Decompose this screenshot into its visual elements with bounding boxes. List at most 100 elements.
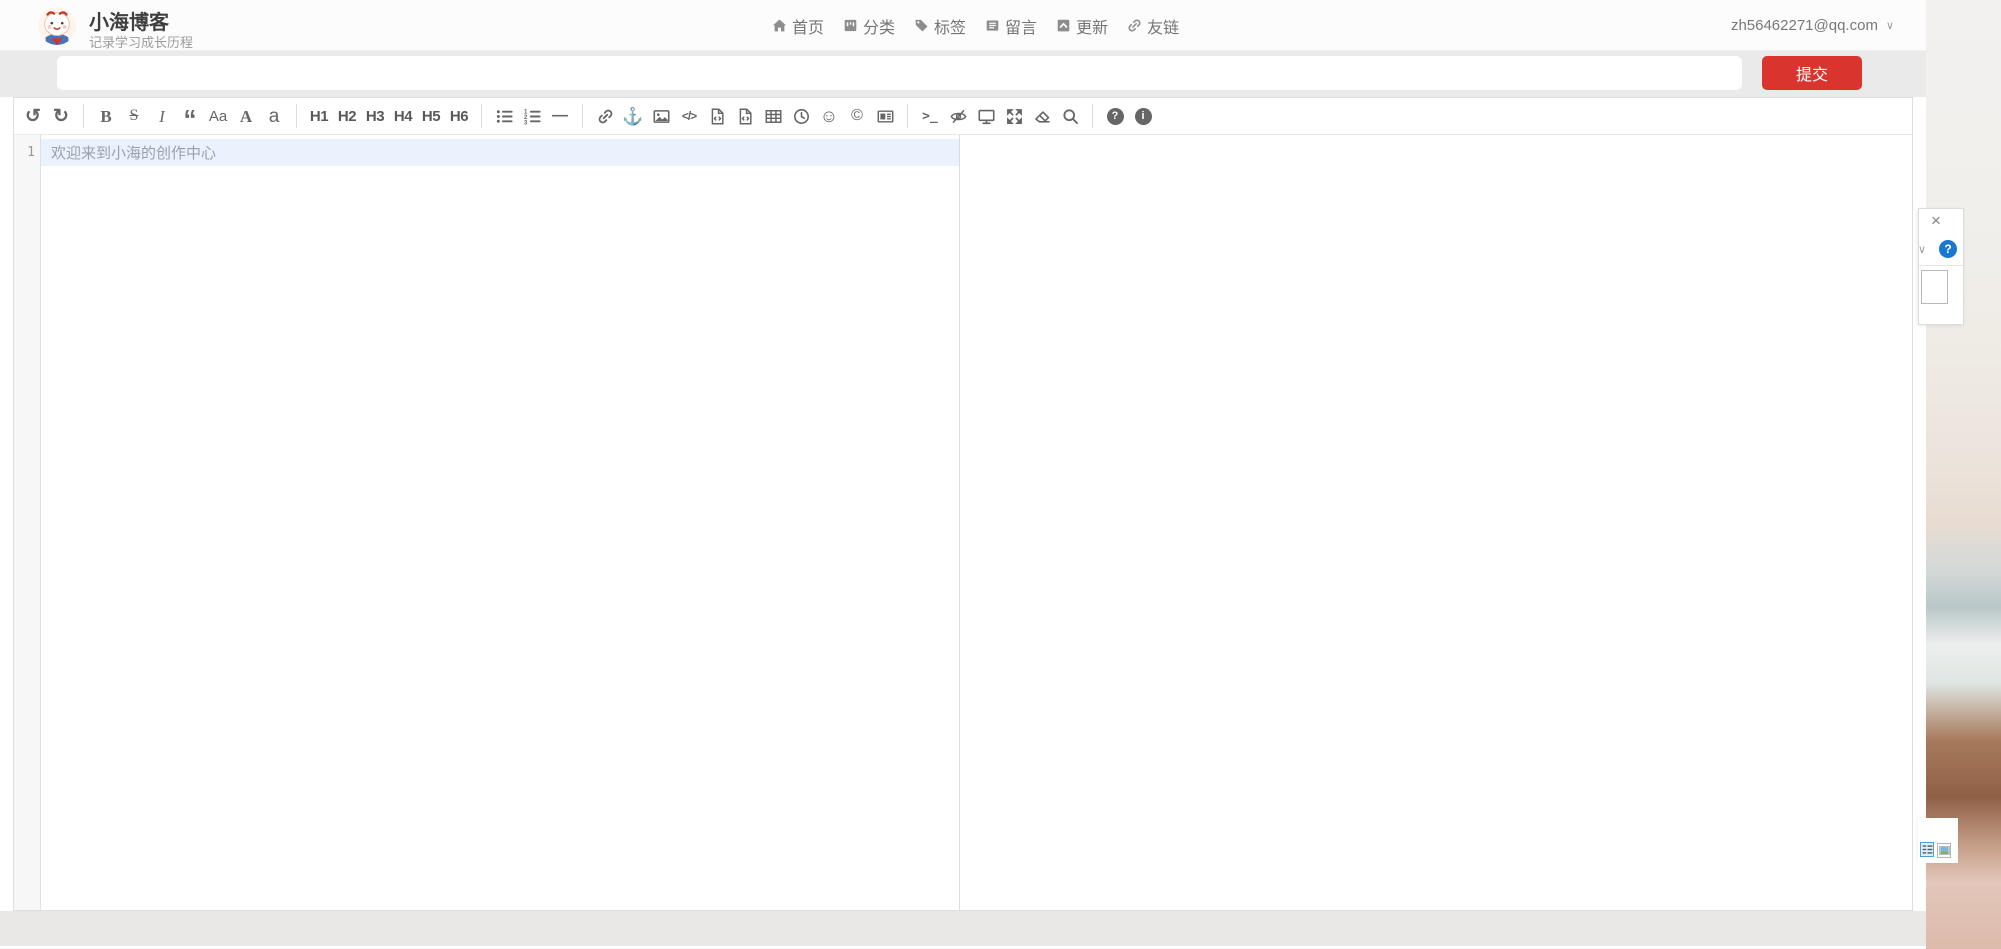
toolbar-lowercase-button[interactable]: a (260, 102, 288, 131)
toolbar-h4-glyph: H4 (394, 109, 412, 124)
site-avatar[interactable] (38, 7, 76, 45)
editor-toolbar: ↺ ↻ BSI“ Aa Aa H1 H2 H3 H4 H5 H6 123 — ⚓ </> ☺ © >_? i (14, 98, 1912, 135)
clock-icon (793, 108, 810, 125)
toolbar-redo-button[interactable]: ↻ (47, 102, 75, 131)
nav-item-label: 友链 (1147, 14, 1179, 38)
nav-item-updates[interactable]: 更新 (1056, 14, 1108, 38)
toolbar-hr-button[interactable]: — (546, 102, 574, 131)
active-line[interactable]: 欢迎来到小海的创作中心 (41, 139, 959, 166)
tag-icon (914, 18, 929, 33)
toolbar-datetime-button[interactable] (787, 102, 815, 131)
list-view-button[interactable] (1920, 842, 1934, 857)
toolbar-italic-button[interactable]: I (148, 102, 176, 131)
toolbar-list-ol-button[interactable]: 123 (518, 102, 546, 131)
monitor-icon (978, 108, 995, 125)
list-view-icon (1922, 844, 1933, 855)
nav-item-label: 更新 (1076, 14, 1108, 38)
toolbar-separator (1092, 104, 1093, 128)
toolbar-reference-link-button[interactable]: ⚓ (619, 102, 647, 131)
toolbar-quote-button[interactable]: “ (176, 102, 204, 131)
site-title[interactable]: 小海博客 (89, 6, 169, 35)
post-title-input[interactable] (57, 56, 1742, 90)
table-icon (765, 108, 782, 125)
toolbar-code-block-button[interactable] (731, 102, 759, 131)
home-icon (772, 18, 787, 33)
toolbar-reference-link-glyph: ⚓ (622, 108, 643, 125)
toolbar-h2-button[interactable]: H2 (333, 102, 361, 131)
popup-input[interactable] (1921, 270, 1948, 304)
toolbar-h6-button[interactable]: H6 (445, 102, 473, 131)
toolbar-pagebreak-button[interactable] (871, 102, 899, 131)
search-icon (1062, 108, 1079, 125)
popup-divider (1919, 265, 1963, 266)
toolbar-separator (83, 104, 84, 128)
toolbar-html-entities-glyph: © (851, 108, 863, 124)
toolbar-list-ul-button[interactable] (490, 102, 518, 131)
toolbar-undo-button[interactable]: ↺ (19, 102, 47, 131)
toolbar-search-button[interactable] (1056, 102, 1084, 131)
nav-item-friend-links[interactable]: 友链 (1127, 14, 1179, 38)
chevron-down-icon[interactable]: ∨ (1918, 243, 1926, 256)
toolbar-separator (296, 104, 297, 128)
view-toggle-popup (1918, 818, 1958, 863)
toolbar-ucwords-glyph: Aa (209, 109, 227, 124)
toolbar-table-button[interactable] (759, 102, 787, 131)
toolbar-h3-button[interactable]: H3 (361, 102, 389, 131)
code-pane: 1 欢迎来到小海的创作中心 (14, 135, 960, 910)
avatar-cartoon-icon (38, 7, 76, 45)
nav-item-label: 分类 (863, 14, 895, 38)
toolbar-uppercase-button[interactable]: A (232, 102, 260, 131)
file-code-icon (709, 108, 726, 125)
toolbar-del-button[interactable]: S (120, 102, 148, 131)
toolbar-h1-button[interactable]: H1 (305, 102, 333, 131)
toolbar-undo-glyph: ↺ (25, 107, 41, 126)
toolbar-h4-button[interactable]: H4 (389, 102, 417, 131)
nav-item-tags[interactable]: 标签 (914, 14, 966, 38)
toolbar-help-button[interactable]: ? (1101, 102, 1129, 131)
nav-item-messages[interactable]: 留言 (985, 14, 1037, 38)
list-ol-icon: 123 (524, 108, 541, 125)
nav-item-home[interactable]: 首页 (772, 14, 824, 38)
link-icon (597, 108, 614, 125)
eye-slash-icon (950, 108, 967, 125)
image-icon (653, 108, 670, 125)
toolbar-link-button[interactable] (591, 102, 619, 131)
toolbar-watch-button[interactable] (944, 102, 972, 131)
toolbar-redo-glyph: ↻ (53, 107, 69, 126)
toolbar-bold-glyph: B (100, 108, 111, 125)
site-subtitle: 记录学习成长历程 (89, 32, 193, 51)
toolbar-info-glyph: i (1135, 108, 1152, 125)
toolbar-html-entities-button[interactable]: © (843, 102, 871, 131)
close-icon[interactable]: × (1931, 211, 1941, 231)
toolbar-h6-glyph: H6 (450, 109, 468, 124)
toolbar-h1-glyph: H1 (310, 109, 328, 124)
toolbar-hr-glyph: — (552, 108, 568, 124)
user-menu[interactable]: zh56462271@qq.com ∨ (1731, 0, 1894, 51)
compose-title-row: 提交 (0, 51, 1926, 97)
thumbnail-view-button[interactable] (1937, 843, 1951, 858)
nav-item-categories[interactable]: 分类 (843, 14, 895, 38)
thumbnail-view-icon (1939, 845, 1950, 856)
toolbar-bold-button[interactable]: B (92, 102, 120, 131)
toolbar-clear-button[interactable] (1028, 102, 1056, 131)
help-bubble-icon[interactable]: ? (1939, 240, 1957, 258)
file-code-icon (737, 108, 754, 125)
line-number: 1 (14, 139, 40, 166)
code-editing-area[interactable]: 欢迎来到小海的创作中心 (41, 135, 959, 910)
main-nav: 首页 分类标签留言 更新 友链 (772, 0, 1179, 51)
submit-button[interactable]: 提交 (1762, 56, 1862, 90)
toolbar-preformatted-text-button[interactable] (703, 102, 731, 131)
toolbar-info-button[interactable]: i (1129, 102, 1157, 131)
toolbar-emoji-button[interactable]: ☺ (815, 102, 843, 131)
toolbar-fullscreen-button[interactable] (1000, 102, 1028, 131)
toolbar-h2-glyph: H2 (338, 109, 356, 124)
toolbar-goto-line-button[interactable]: >_ (916, 102, 944, 131)
toolbar-image-button[interactable] (647, 102, 675, 131)
toolbar-preview-button[interactable] (972, 102, 1000, 131)
markdown-editor: ↺ ↻ BSI“ Aa Aa H1 H2 H3 H4 H5 H6 123 — ⚓ </> ☺ © >_? i 1 欢… (13, 97, 1913, 911)
toolbar-code-button[interactable]: </> (675, 102, 703, 131)
background-photo-strip (1926, 0, 2001, 949)
toolbar-ucwords-button[interactable]: Aa (204, 102, 232, 131)
editor-body: 1 欢迎来到小海的创作中心 (14, 135, 1912, 910)
toolbar-h5-button[interactable]: H5 (417, 102, 445, 131)
